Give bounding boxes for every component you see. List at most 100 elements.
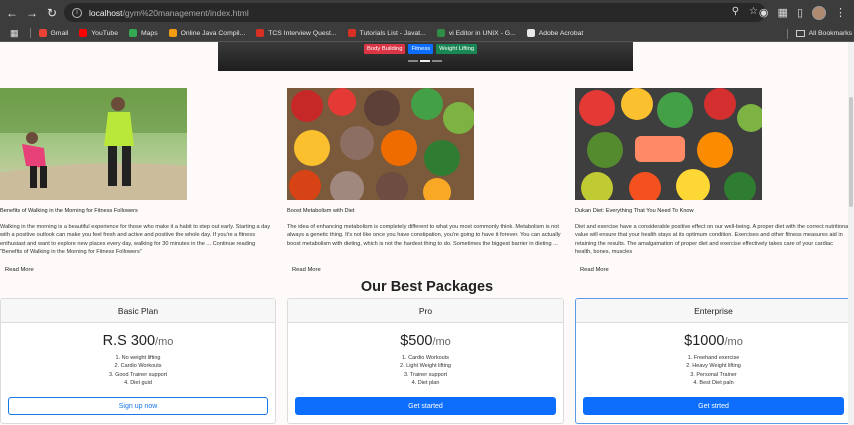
package-card-pro: Pro $500/mo 1. Cardio Workouts 2. Light … (287, 298, 564, 424)
bookmark-label: Tutorials List - Javat... (359, 29, 426, 37)
extension-icon[interactable]: ◉ (759, 6, 769, 19)
bookmark-favicon-icon (79, 29, 88, 37)
feature-item: 4. Diet plan (411, 380, 440, 387)
read-more-link[interactable]: Read More (5, 267, 34, 273)
feature-item: 3. Personal Trainer (690, 371, 737, 378)
bookmark-item[interactable]: Maps (128, 29, 158, 37)
sidebar-icon[interactable]: ▯ (797, 6, 803, 19)
feature-item: 2. Light Weight lifting (400, 363, 451, 370)
bookmark-item[interactable]: Tutorials List - Javat... (347, 29, 426, 37)
scrollbar-thumb[interactable] (849, 97, 853, 207)
read-more-link[interactable]: Read More (580, 267, 609, 273)
get-started-button[interactable]: Get strted (583, 397, 844, 415)
bookmark-item[interactable]: Adobe Acrobat (526, 29, 584, 37)
url-path: /gym%20management/index.html (122, 7, 249, 18)
bookmarks-divider (786, 28, 788, 39)
packages-heading: Our Best Packages (360, 279, 494, 295)
page-scrollbar[interactable] (848, 42, 854, 425)
get-started-button[interactable]: Get started (295, 397, 556, 415)
bookmark-label: vi Editor in UNIX - G... (448, 29, 516, 37)
hero-tags: Body Building Fitness Weight Lifting (364, 44, 478, 54)
carousel-dot[interactable] (408, 60, 418, 62)
menu-icon[interactable]: ⋮ (835, 6, 846, 19)
blog-title[interactable]: Benefits of Walking in the Morning for F… (0, 208, 280, 214)
blog-image-walking (0, 88, 187, 200)
price-amount: R.S 300 (102, 333, 156, 349)
site-info-icon[interactable]: i (72, 7, 82, 18)
url-host: localhost (89, 7, 123, 18)
bookmark-item[interactable]: Online Java Compil... (168, 29, 246, 37)
bookmark-label: TCS Interview Quest... (268, 29, 337, 37)
feature-list: 1. Cardio Workouts 2. Light Weight lifti… (288, 354, 563, 388)
bookmark-label: Online Java Compil... (180, 29, 246, 37)
bookmarks-divider (29, 28, 31, 38)
reload-icon[interactable]: ↻ (44, 5, 60, 21)
bookmark-star-icon[interactable]: ☆ (749, 6, 758, 17)
apps-icon[interactable]: ▦ (10, 28, 19, 39)
price-amount: $500 (400, 333, 433, 349)
category-tag[interactable]: Weight Lifting (436, 44, 478, 54)
price-amount: $1000 (684, 333, 725, 349)
blog-image-metabolism (287, 88, 474, 200)
feature-item: 3. Good Trainer support (108, 371, 168, 378)
feature-item: 1. Freehand exercise (687, 355, 740, 361)
feature-item: 3. Trainer support (403, 371, 448, 378)
carousel-dot[interactable] (432, 60, 442, 62)
package-name: Enterprise (576, 299, 851, 323)
profile-avatar[interactable] (812, 5, 826, 20)
bookmark-favicon-icon (128, 29, 137, 37)
category-tag[interactable]: Fitness (408, 44, 434, 54)
bookmark-item[interactable]: Gmail (38, 29, 69, 37)
feature-item: 2. Cardio Workouts (114, 363, 162, 370)
price-period: /mo (432, 336, 451, 348)
bookmark-favicon-icon (436, 29, 445, 37)
feature-item: 1. No weight lifting (115, 355, 161, 361)
feature-item: 4. Diet guid (124, 380, 152, 387)
bookmark-favicon-icon (38, 29, 47, 37)
all-bookmarks[interactable]: All Bookmarks (786, 25, 852, 42)
bookmark-favicon-icon (168, 29, 177, 37)
all-bookmarks-label: All Bookmarks (808, 30, 852, 37)
bookmarks-bar: ▦ Gmail YouTube Maps Online Java Compil... T… (0, 25, 854, 42)
bookmark-favicon-icon (256, 29, 265, 37)
puzzle-icon[interactable]: ▦ (778, 6, 788, 19)
bookmark-label: YouTube (91, 29, 118, 37)
feature-list: 1. No weight lifting 2. Cardio Workouts … (1, 354, 275, 388)
blog-excerpt: Walking in the morning is a beautiful ex… (0, 224, 271, 256)
browser-toolbar: ← → ↻ i localhost/gym%20management/index… (0, 0, 854, 25)
package-name: Basic Plan (1, 299, 275, 323)
feature-item: 2. Heavy Weight lifting (686, 363, 741, 370)
package-price: R.S 300/mo (1, 332, 275, 350)
category-tag[interactable]: Body Building (364, 44, 406, 54)
blog-excerpt: Diet and exercise have a considerable po… (575, 224, 850, 256)
bookmark-item[interactable]: TCS Interview Quest... (256, 29, 337, 37)
blog-title[interactable]: Dukan Diet: Everything That You Need To … (575, 208, 850, 214)
carousel-indicators[interactable] (408, 60, 442, 62)
blog-excerpt: The idea of enhancing metabolism is comp… (287, 224, 561, 247)
bookmark-item[interactable]: vi Editor in UNIX - G... (436, 29, 516, 37)
package-card-basic: Basic Plan R.S 300/mo 1. No weight lifti… (0, 298, 276, 424)
bookmark-label: Adobe Acrobat (538, 29, 584, 37)
back-icon[interactable]: ← (4, 5, 20, 21)
feature-list: 1. Freehand exercise 2. Heavy Weight lif… (576, 354, 851, 388)
bookmark-favicon-icon (347, 29, 356, 37)
package-name: Pro (288, 299, 563, 323)
zoom-icon[interactable]: ⚲ (732, 6, 739, 17)
hero-carousel[interactable]: Body Building Fitness Weight Lifting (218, 42, 633, 71)
bookmark-favicon-icon (526, 29, 535, 37)
carousel-dot-active[interactable] (420, 60, 430, 62)
folder-icon (795, 30, 805, 37)
read-more-link[interactable]: Read More (292, 267, 321, 273)
address-bar[interactable]: i localhost/gym%20management/index.html … (64, 3, 766, 22)
bookmark-label: Gmail (50, 29, 69, 37)
forward-icon[interactable]: → (24, 5, 40, 21)
sign-up-button[interactable]: Sign up now (8, 397, 268, 415)
price-period: /mo (724, 336, 743, 348)
feature-item: 1. Cardio Workouts (402, 355, 449, 361)
blog-title[interactable]: Boost Metabolism with Diet (287, 208, 567, 214)
package-price: $1000/mo (576, 332, 851, 350)
blog-image-dukan (575, 88, 762, 200)
feature-item: 4. Best Diet paln (693, 380, 734, 387)
bookmark-item[interactable]: YouTube (79, 29, 118, 37)
price-period: /mo (155, 336, 174, 348)
